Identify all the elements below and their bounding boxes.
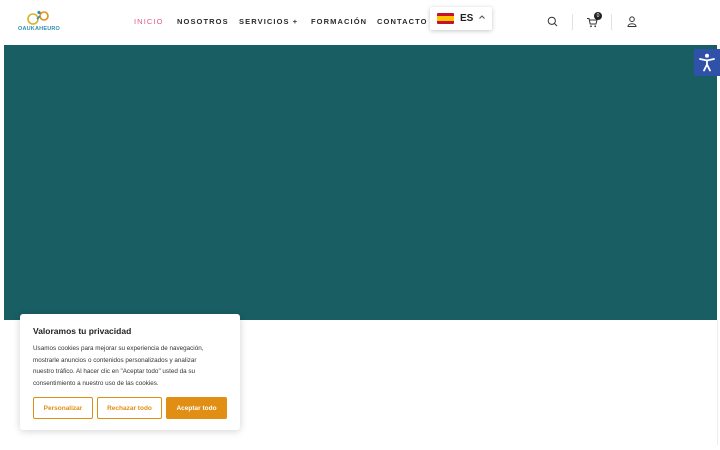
user-icon[interactable] [627,16,637,27]
cookie-title: Valoramos tu privacidad [33,326,132,336]
site-logo[interactable]: OAUKAHEURO [14,10,64,36]
hero-banner [4,45,717,320]
nav-contacto[interactable]: CONTACTO [377,17,428,26]
site-header: OAUKAHEURO INICIO NOSOTROS SERVICIOS + F… [0,0,720,45]
cookie-text-line: mostrarle anuncios o contenidos personal… [33,356,197,364]
cookie-text-line: nuestro tráfico. Al hacer clic en "Acept… [33,368,195,376]
accessibility-button[interactable] [694,49,720,76]
nav-servicios[interactable]: SERVICIOS + [239,17,298,26]
cookie-consent-banner: Valoramos tu privacidad Usamos cookies p… [20,314,240,430]
customize-cookies-button[interactable]: Personalizar [33,397,93,419]
language-selector[interactable]: ES [430,7,492,30]
search-icon[interactable] [547,16,558,27]
cart-count-badge: 0 [594,12,602,20]
nav-formacion[interactable]: FORMACIÓN [311,17,367,26]
nav-inicio[interactable]: INICIO [134,17,164,26]
cookie-text-line: Usamos cookies para mejorar su experienc… [33,345,204,352]
accept-cookies-button[interactable]: Aceptar todo [166,397,227,419]
spain-flag-icon [437,13,454,24]
chevron-up-icon [479,15,485,19]
cookie-description: Usamos cookies para mejorar su experienc… [33,343,233,389]
header-divider [611,14,612,30]
header-divider [572,14,573,30]
logo-mark-icon [27,10,49,25]
language-code: ES [460,13,474,24]
cookie-text-line: consentimiento a nuestro uso de las cook… [33,379,159,387]
nav-nosotros[interactable]: NOSOTROS [177,17,229,26]
page-edge-line [717,320,718,445]
reject-cookies-button[interactable]: Rechazar todo [97,397,162,419]
logo-text: OAUKAHEURO [17,26,61,32]
accessibility-icon [699,53,715,72]
